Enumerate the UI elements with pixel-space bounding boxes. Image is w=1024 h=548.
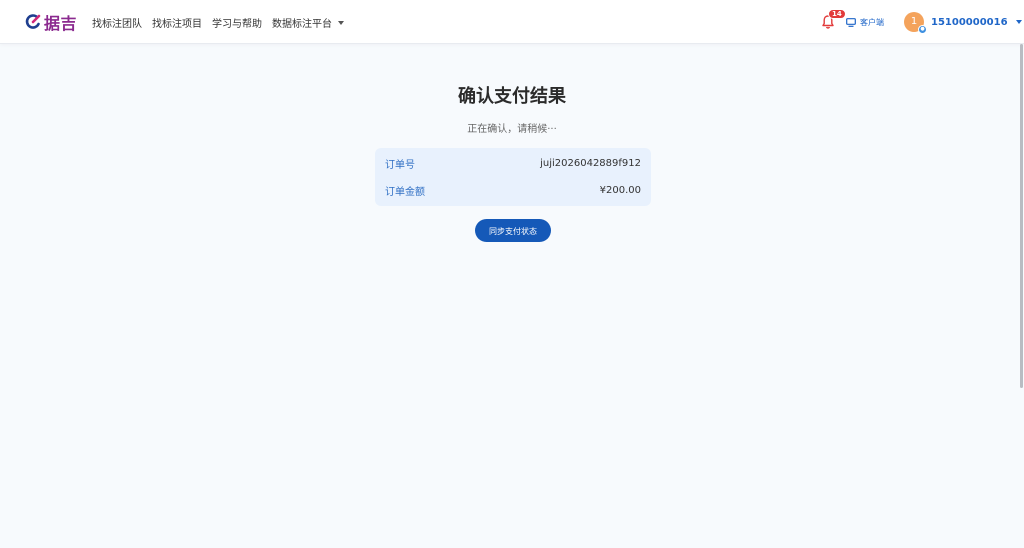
status-text: 正在确认，请稍候··· [467,124,557,135]
order-number-row: 订单号 juji2026042889f912 [385,156,641,171]
username: 15100000016 [931,16,1008,28]
order-amount-value: ¥200.00 [599,184,641,196]
main-nav: 找标注团队 找标注项目 学习与帮助 数据标注平台 [92,0,354,44]
top-navbar: 据吉 找标注团队 找标注项目 学习与帮助 数据标注平台 14 客户端 1 ● 1… [0,0,1024,44]
avatar-status-icon: ● [918,25,927,34]
client-label: 客户端 [860,17,884,27]
nav-item-platform-dropdown[interactable]: 数据标注平台 [272,15,344,30]
order-amount-label: 订单金额 [385,186,425,198]
order-number-value: juji2026042889f912 [540,157,641,169]
chevron-down-icon [1015,20,1022,24]
nav-item-find-project[interactable]: 找标注项目 [152,15,202,30]
order-amount-row: 订单金额 ¥200.00 [385,183,641,198]
user-menu[interactable]: 1 ● 15100000016 [904,11,1022,34]
avatar-text: 1 [910,16,918,27]
monitor-icon [846,17,856,27]
order-info-card: 订单号 juji2026042889f912 订单金额 ¥200.00 [375,148,651,206]
nav-item-platform-label: 数据标注平台 [272,18,332,30]
logo-text: 据吉 [44,16,78,33]
nav-item-learning-help[interactable]: 学习与帮助 [212,15,262,30]
nav-item-find-team[interactable]: 找标注团队 [92,15,142,30]
logo[interactable]: 据吉 [24,10,77,34]
chevron-down-icon [338,20,344,25]
avatar: 1 ● [904,12,927,34]
notification-badge: 14 [828,9,846,19]
client-link[interactable]: 客户端 [846,15,884,29]
order-number-label: 订单号 [385,159,415,171]
logo-icon [25,14,41,29]
sync-payment-status-button[interactable]: 同步支付状态 [475,219,551,242]
page-title: 确认支付结果 [458,86,566,107]
